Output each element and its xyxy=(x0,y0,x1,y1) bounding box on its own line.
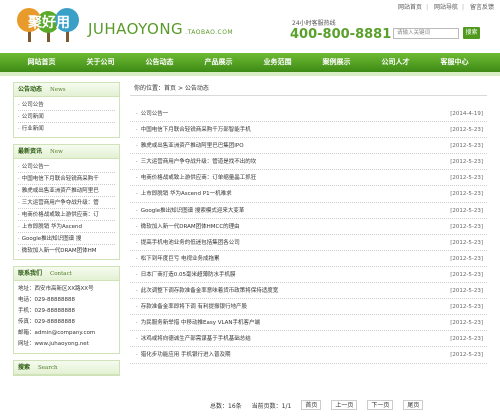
nav-item-talent[interactable]: 公司人才 xyxy=(366,53,425,72)
contact-fax: 传真：029-88888888 xyxy=(18,319,75,325)
search-button[interactable]: 搜索 xyxy=(463,27,480,39)
pager-total: 总数：16条 xyxy=(210,402,242,410)
list-item[interactable]: 为民服务新举措 中移动推Easy VLAN手机客户端[2012-5-23] xyxy=(130,315,487,332)
logo-cn-text: 聚好用 xyxy=(27,14,70,31)
pager-last-button[interactable]: 尾页 xyxy=(403,400,424,410)
list-item[interactable]: 雅虎或出售亚洲资产推动阿里巴巴集团IPO[2012-5-23] xyxy=(130,138,487,155)
nav-item-about[interactable]: 关于公司 xyxy=(71,53,130,72)
latest-item[interactable]: 雅虎或出售亚洲资产推动阿里巴 xyxy=(18,185,115,197)
list-item[interactable]: 三大运营商用户争夺战升级：管道是找不出的坎[2012-5-23] xyxy=(130,154,487,171)
nav-item-news[interactable]: 公告动态 xyxy=(130,53,189,72)
list-item[interactable]: 存款准备金率即将下调 有利提振银行地产股[2012-5-23] xyxy=(130,299,487,316)
latest-item[interactable]: Google推出知识图谱 搜 xyxy=(18,233,115,245)
main-content: 你的位置：首页 > 公告动态 公司公告一[2014-4-19] 中国电信下月联合… xyxy=(130,82,487,410)
contact-email: 邮箱：admin@company.com xyxy=(18,330,96,336)
nav-item-business[interactable]: 业务范围 xyxy=(248,53,307,72)
list-item[interactable]: 上市即脱销 华为Ascend P1一机难求[2012-5-23] xyxy=(130,186,487,203)
list-item[interactable]: 此次调整下调存款准备金率意味着货币政策将保持适度宽[2012-5-23] xyxy=(130,283,487,300)
pagination: 总数：16条 当前页数：1/1 首页 上一页 下一页 尾页 xyxy=(210,400,424,410)
list-item[interactable]: 冰鸡或将向德诚生产部需谋基于手机基础总结[2012-5-23] xyxy=(130,331,487,348)
list-item[interactable]: 松下到年度巨亏 电视业务成拖累[2012-5-23] xyxy=(130,251,487,267)
nav-item-service[interactable]: 客服中心 xyxy=(425,53,484,72)
article-list: 公司公告一[2014-4-19] 中国电信下月联合轻锐商采购千万部智能手机[20… xyxy=(130,106,487,364)
list-item[interactable]: 电商价格战或致上游供应商：订单缩量晶工抓狂[2012-5-23] xyxy=(130,170,487,187)
list-item[interactable]: 中国电信下月联合轻锐商采购千万部智能手机[2012-5-23] xyxy=(130,122,487,139)
announce-box-title: 公告动态 News xyxy=(14,83,119,97)
announce-box: 公告动态News 公司公告 公司新闻 行业新闻 xyxy=(13,82,120,138)
main-nav: 网站首页 关于公司 公告动态 产品展示 业务范围 案例展示 公司人才 客服中心 xyxy=(0,53,500,72)
hotline-number: 400-800-8881 xyxy=(290,27,392,42)
latest-item[interactable]: 上市即脱销 华为Ascend xyxy=(18,221,115,233)
latest-item[interactable]: 公司公告一 xyxy=(18,161,115,173)
logo-text: JUHAOYONG .TAOBAO.COM xyxy=(88,20,234,38)
sidebar-item-industry-news[interactable]: 行业新闻 xyxy=(18,123,115,135)
hotline-label: 24小时客服热线 xyxy=(292,20,336,27)
nav-item-home[interactable]: 网站首页 xyxy=(12,53,71,72)
list-item[interactable]: 猎化步功能应用 手机银行进入普及期[2012-5-23] xyxy=(130,347,487,364)
pager-first-button[interactable]: 首页 xyxy=(301,400,322,410)
list-item[interactable]: 日本厂商打造0.05毫米超薄防水手机膜[2012-5-23] xyxy=(130,267,487,284)
logo-trees-icon: 聚好用 xyxy=(17,8,79,42)
contact-box-title: 联系我们 Contact xyxy=(14,267,119,281)
search-box-title: 搜索 Search xyxy=(14,361,119,375)
list-item[interactable]: Google推出知识图谱 搜索模式迎来大变革[2012-5-23] xyxy=(130,203,487,219)
pager-current: 当前页数：1/1 xyxy=(251,402,292,410)
list-item[interactable]: 提高手机电池业务的低迷包括集团各公司[2012-5-23] xyxy=(130,235,487,251)
top-link-sitemap[interactable]: 网站导航 xyxy=(434,4,458,11)
contact-mobile: 手机：029-88888888 xyxy=(18,308,75,314)
breadcrumb-current: 公告动态 xyxy=(184,85,209,92)
nav-item-cases[interactable]: 案例展示 xyxy=(307,53,366,72)
sidebar-item-company-notice[interactable]: 公司公告 xyxy=(18,99,115,111)
site-header: 网站首页 | 网站导航 | 留言反馈 聚好用 JUHAOYONG .TAOBAO.CO… xyxy=(0,0,500,50)
top-links: 网站首页 | 网站导航 | 留言反馈 xyxy=(398,4,494,11)
latest-item[interactable]: 三大运营商用户争夺战升级：管 xyxy=(18,197,115,209)
pager-next-button[interactable]: 下一页 xyxy=(367,400,394,410)
contact-website: 网址：www.juhaoyong.net xyxy=(18,341,89,347)
breadcrumb-home[interactable]: 首页 xyxy=(164,85,176,92)
top-link-home[interactable]: 网站首页 xyxy=(398,4,422,11)
search-box: 搜索 Search xyxy=(13,360,120,376)
list-item[interactable]: 微软加入新一代DRAM团体HMCC的理由[2012-5-23] xyxy=(130,219,487,235)
latest-box-title: 最新资讯 New xyxy=(14,145,119,159)
latest-box: 最新资讯New 公司公告一 中国电信下月联合轻锐商采购千 雅虎或出售亚洲资产推动… xyxy=(13,144,120,260)
pager-prev-button[interactable]: 上一页 xyxy=(331,400,358,410)
latest-item[interactable]: 电商价格战或致上游供应商：订 xyxy=(18,209,115,221)
latest-item[interactable]: 中国电信下月联合轻锐商采购千 xyxy=(18,173,115,185)
contact-address: 地址：西安市高新区XX路XX号 xyxy=(18,286,94,292)
contact-box: 联系我们 Contact 地址：西安市高新区XX路XX号 电话：029-88888… xyxy=(13,266,120,354)
nav-underline xyxy=(0,72,500,76)
breadcrumb: 你的位置：首页 > 公告动态 xyxy=(130,82,487,96)
sidebar-item-company-news[interactable]: 公司新闻 xyxy=(18,111,115,123)
contact-phone: 电话：029-88888888 xyxy=(18,297,75,303)
list-item[interactable]: 公司公告一[2014-4-19] xyxy=(130,106,487,123)
top-link-feedback[interactable]: 留言反馈 xyxy=(470,4,494,11)
latest-item[interactable]: 微软加入新一代DRAM团体HM xyxy=(18,245,115,257)
sidebar: 公告动态News 公司公告 公司新闻 行业新闻 最新资讯New 公司公告一 中国… xyxy=(13,82,120,382)
nav-item-products[interactable]: 产品展示 xyxy=(189,53,248,72)
search-input[interactable]: 请输入关键词 xyxy=(393,28,459,39)
